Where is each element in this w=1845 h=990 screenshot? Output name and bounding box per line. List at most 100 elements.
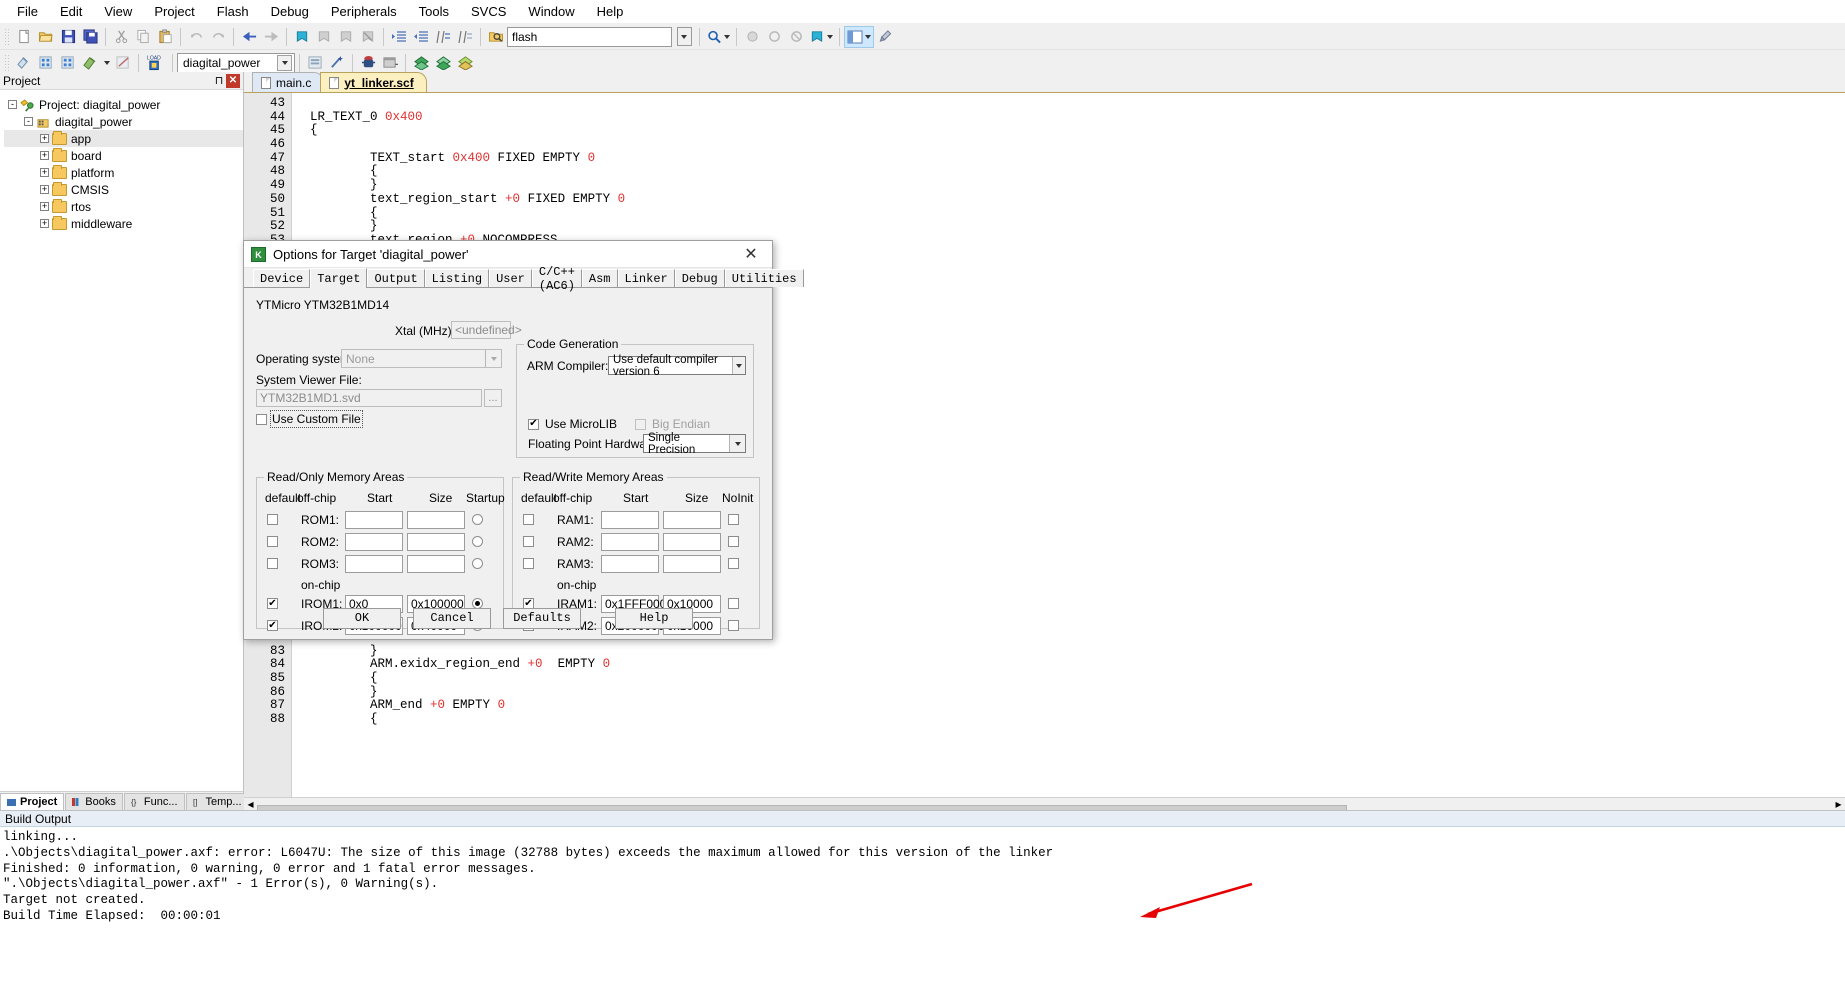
dialog-tab-utilities[interactable]: Utilities xyxy=(724,269,804,287)
ram2-size-input[interactable] xyxy=(663,533,721,551)
ram2-default-checkbox[interactable] xyxy=(523,536,534,547)
code-line[interactable]: TEXT_start 0x400 FIXED EMPTY 0 xyxy=(310,151,1845,166)
uncomment-icon[interactable] xyxy=(454,26,476,48)
tree-item-cmsis[interactable]: + CMSIS xyxy=(4,181,243,198)
code-line[interactable]: } xyxy=(310,644,1845,659)
code-line[interactable]: { xyxy=(310,671,1845,686)
expand-icon[interactable]: + xyxy=(40,134,49,143)
translate-icon[interactable] xyxy=(13,52,35,74)
rom2-size-input[interactable] xyxy=(407,533,465,551)
ram3-size-input[interactable] xyxy=(663,555,721,573)
ram1-noinit-checkbox[interactable] xyxy=(728,514,739,525)
rom2-default-checkbox[interactable] xyxy=(267,536,278,547)
use-microlib-checkbox[interactable]: ✔ Use MicroLIB xyxy=(528,417,617,431)
build-icon[interactable] xyxy=(35,52,57,74)
rebuild-icon[interactable] xyxy=(57,52,79,74)
dialog-tab-linker[interactable]: Linker xyxy=(617,269,675,287)
editor-tab-yt-linker-scf[interactable]: yt_linker.scf xyxy=(320,72,427,92)
paste-icon[interactable] xyxy=(154,26,176,48)
magic-wand-icon[interactable] xyxy=(326,52,348,74)
chevron-down-icon[interactable] xyxy=(729,435,745,452)
menu-item-debug[interactable]: Debug xyxy=(260,1,320,23)
find-input[interactable]: flash xyxy=(507,26,672,47)
scroll-left-icon[interactable]: ◂ xyxy=(244,797,257,811)
tree-item-middleware[interactable]: + middleware xyxy=(4,215,243,232)
manage-run-time-icon[interactable] xyxy=(432,52,454,74)
project-tab-books[interactable]: Books xyxy=(65,793,123,810)
dialog-tab-user[interactable]: User xyxy=(489,269,532,287)
collapse-icon[interactable]: - xyxy=(24,117,33,126)
code-line[interactable]: ARM_end +0 EMPTY 0 xyxy=(310,698,1845,713)
configure-icon[interactable] xyxy=(874,26,896,48)
ram1-default-checkbox[interactable] xyxy=(523,514,534,525)
code-line[interactable]: { xyxy=(310,165,1845,179)
menu-item-view[interactable]: View xyxy=(93,1,143,23)
outdent-icon[interactable] xyxy=(410,26,432,48)
menu-item-flash[interactable]: Flash xyxy=(206,1,260,23)
copy-icon[interactable] xyxy=(132,26,154,48)
code-line[interactable]: } xyxy=(310,219,1845,234)
rom2-startup-radio[interactable] xyxy=(472,536,483,547)
ok-button[interactable]: OK xyxy=(323,607,401,629)
dialog-tab-target[interactable]: Target xyxy=(310,268,368,288)
dialog-tab-output[interactable]: Output xyxy=(367,269,425,287)
expand-icon[interactable]: + xyxy=(40,151,49,160)
use-custom-file-checkbox[interactable]: Use Custom File xyxy=(256,410,363,428)
menu-item-help[interactable]: Help xyxy=(586,1,635,23)
pin-icon[interactable]: ⊓ xyxy=(212,74,226,88)
code-line[interactable]: text_region_start +0 FIXED EMPTY 0 xyxy=(310,192,1845,207)
pack-installer-icon[interactable] xyxy=(410,52,432,74)
dialog-tab-debug[interactable]: Debug xyxy=(674,269,725,287)
chevron-down-icon[interactable] xyxy=(485,350,501,367)
chevron-down-icon[interactable] xyxy=(277,54,292,71)
navigate-back-icon[interactable] xyxy=(238,26,260,48)
code-line[interactable]: { xyxy=(310,124,1845,138)
project-tab-project[interactable]: Project xyxy=(0,793,65,810)
ram1-start-input[interactable] xyxy=(601,511,659,529)
menu-item-peripherals[interactable]: Peripherals xyxy=(320,1,408,23)
close-icon[interactable]: ✕ xyxy=(730,241,772,268)
rom1-default-checkbox[interactable] xyxy=(267,514,278,525)
system-viewer-browse-button[interactable]: ... xyxy=(484,389,502,407)
editor-tab-main-c[interactable]: main.c xyxy=(252,72,325,92)
dialog-tab-listing[interactable]: Listing xyxy=(424,269,490,287)
target-select[interactable]: diagital_power xyxy=(177,52,295,73)
register-window-icon[interactable] xyxy=(379,52,401,74)
system-viewer-file-field[interactable]: YTM32B1MD1.svd xyxy=(256,389,482,407)
save-all-icon[interactable] xyxy=(79,26,101,48)
scroll-right-icon[interactable]: ▸ xyxy=(1832,797,1845,811)
checkbox-box[interactable] xyxy=(256,413,267,425)
load-icon[interactable]: LOAD xyxy=(143,52,168,74)
debug-start-icon[interactable] xyxy=(357,52,379,74)
project-tab-func[interactable]: {} Func... xyxy=(123,793,185,810)
target-options-icon[interactable] xyxy=(304,52,326,74)
dialog-tab-c-c-ac6[interactable]: C/C++ (AC6) xyxy=(531,265,582,293)
tree-item-app[interactable]: + app xyxy=(4,130,243,147)
window-layout-icon[interactable] xyxy=(844,25,874,48)
build-dropdown-icon[interactable] xyxy=(101,52,112,74)
chevron-down-icon[interactable] xyxy=(732,357,745,374)
xtal-field[interactable]: <undefined> xyxy=(451,321,522,339)
tree-item-rtos[interactable]: + rtos xyxy=(4,198,243,215)
code-line[interactable]: } xyxy=(310,178,1845,193)
ram3-default-checkbox[interactable] xyxy=(523,558,534,569)
rom2-start-input[interactable] xyxy=(345,533,403,551)
menu-item-file[interactable]: File xyxy=(6,1,49,23)
component-icon[interactable] xyxy=(454,52,476,74)
project-tab-temp[interactable]: [] Temp... xyxy=(185,793,249,810)
code-line[interactable]: ARM.exidx_region_end +0 EMPTY 0 xyxy=(310,657,1845,672)
search-icon[interactable] xyxy=(704,26,732,48)
expand-icon[interactable]: + xyxy=(40,219,49,228)
save-icon[interactable] xyxy=(57,26,79,48)
open-folder-icon[interactable] xyxy=(35,26,57,48)
bookmark-toggle-icon[interactable] xyxy=(291,26,313,48)
close-icon[interactable]: ✕ xyxy=(226,73,240,88)
checkbox-box[interactable]: ✔ xyxy=(528,418,539,430)
collapse-icon[interactable]: - xyxy=(8,100,17,109)
code-line[interactable]: { xyxy=(310,206,1845,221)
code-line[interactable]: { xyxy=(310,712,1845,727)
code-line[interactable] xyxy=(310,138,1845,152)
find-dropdown-icon[interactable] xyxy=(673,26,695,48)
rom3-default-checkbox[interactable] xyxy=(267,558,278,569)
expand-icon[interactable]: + xyxy=(40,185,49,194)
